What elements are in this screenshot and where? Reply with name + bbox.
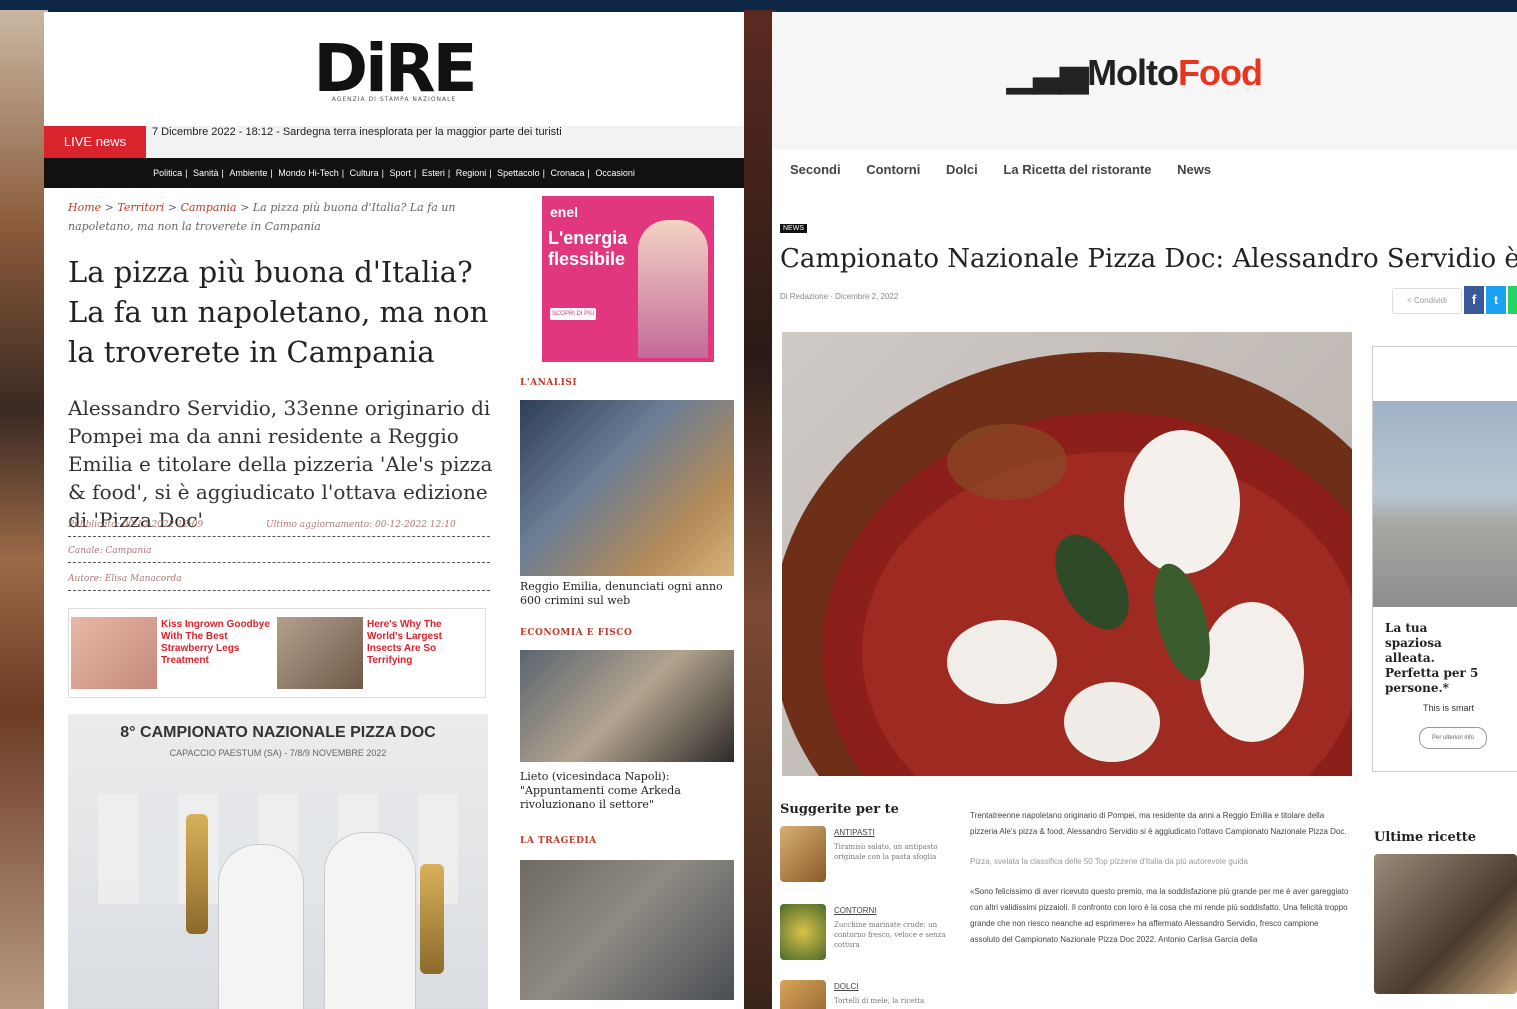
share-icon: < [1407, 296, 1412, 305]
nav-item-secondi[interactable]: Secondi [790, 162, 841, 177]
ad-image-legs[interactable] [71, 617, 157, 689]
enel-cta-button[interactable]: SCOPRI DI PIÙ [550, 308, 596, 320]
news-tag[interactable]: NEWS [780, 224, 807, 233]
photo-banner-title: 8° CAMPIONATO NAZIONALE PIZZA DOC [120, 724, 436, 741]
ad-image-insects[interactable] [277, 617, 363, 689]
breadcrumb-campania[interactable]: Campania [180, 201, 236, 214]
car-advert-text: La tua spaziosa alleata. Perfetta per 5 … [1385, 621, 1479, 695]
nav-item-ricetta-ristorante[interactable]: La Ricetta del ristorante [1003, 162, 1151, 177]
article-byline: Di Redazione · Dicembre 2, 2022 [780, 292, 899, 301]
sidebar-image-office[interactable] [520, 400, 734, 576]
nav-item-spettacolo[interactable]: Spettacolo [494, 168, 543, 178]
dire-nav-bar: Politica | Sanità | Ambiente | Mondo Hi-Tec… [44, 158, 744, 188]
enel-headline: L'energia flessibile [548, 228, 628, 269]
background-photo-left [0, 10, 48, 1009]
pizza-hero-image [782, 332, 1352, 776]
enel-advert[interactable]: enel L'energia flessibile SCOPRI DI PIÙ [542, 196, 714, 362]
related-link[interactable]: Pizza, svelata la classifica delle 50 To… [970, 854, 1350, 870]
winners-photo[interactable]: 8° CAMPIONATO NAZIONALE PIZZA DOC CAPACC… [68, 714, 488, 1009]
moltofood-page: ▁▃▅MoltoFood Secondi Contorni Dolci La R… [772, 12, 1517, 1009]
share-button[interactable]: < Condividi [1392, 288, 1462, 314]
suggested-category[interactable]: CONTORNI [834, 906, 877, 915]
suggested-text[interactable]: Tiramisù salato, un antipasto originale … [834, 842, 954, 862]
ad-text-legs[interactable]: Kiss Ingrown Goodbye With The Best Straw… [161, 619, 271, 667]
moltofood-logo[interactable]: ▁▃▅MoltoFood [772, 52, 1497, 94]
car-advert-brand: This is smart [1423, 703, 1475, 713]
trophy-icon [420, 864, 444, 974]
sidebar-image-tragedy[interactable] [520, 860, 734, 1000]
latest-recipe-image[interactable] [1374, 854, 1517, 994]
live-news-badge[interactable]: LIVE news [44, 126, 146, 158]
nav-item-sport[interactable]: Sport [386, 168, 414, 178]
moltofood-nav: Secondi Contorni Dolci La Ricetta del ri… [790, 162, 1233, 177]
ad-text-insects[interactable]: Here's Why The World's Largest Insects A… [367, 619, 477, 667]
dire-page: DiRE AGENZIA DI STAMPA NAZIONALE LIVE ne… [44, 12, 744, 1009]
breadcrumb-territori[interactable]: Territori [117, 201, 164, 214]
nav-item-cronaca[interactable]: Cronaca [547, 168, 587, 178]
nav-item-esteri[interactable]: Esteri [419, 168, 448, 178]
nav-item-dolci[interactable]: Dolci [946, 162, 978, 177]
breadcrumb: Home > Territori > Campania > La pizza p… [68, 201, 456, 233]
twitter-share-icon[interactable]: t [1486, 286, 1506, 314]
trophy-icon [186, 814, 208, 934]
nav-item-mondo-hitech[interactable]: Mondo Hi-Tech [275, 168, 342, 178]
latest-recipes-title: Ultime ricette [1374, 830, 1477, 845]
nav-item-occasioni[interactable]: Occasioni [592, 168, 638, 178]
article-title: Campionato Nazionale Pizza Doc: Alessand… [780, 244, 1517, 274]
nav-item-ambiente[interactable]: Ambiente [226, 168, 270, 178]
car-advert-image [1373, 401, 1517, 607]
enel-logo: enel [550, 204, 579, 220]
live-news-ticker[interactable]: 7 Dicembre 2022 - 18:12 - Sardegna terra… [152, 126, 562, 138]
suggested-image-contorni[interactable] [780, 904, 826, 960]
article-lead: Alessandro Servidio, 33enne originario d… [68, 396, 493, 532]
suggested-category[interactable]: ANTIPASTI [834, 828, 875, 837]
suggested-category[interactable]: DOLCI [834, 982, 858, 991]
sidebar-label-economia: ECONOMIA E FISCO [520, 628, 633, 638]
nav-item-contorni[interactable]: Contorni [866, 162, 920, 177]
updated-date: Ultimo aggiornamento: 00-12-2022 12:10 [266, 520, 456, 530]
sidebar-caption-economia[interactable]: Lieto (vicesindaca Napoli): "Appuntament… [520, 770, 734, 812]
signal-bars-icon: ▁▃▅ [1007, 52, 1088, 93]
car-advert[interactable]: La tua spaziosa alleata. Perfetta per 5 … [1372, 346, 1517, 772]
article-canale[interactable]: Canale: Campania [68, 546, 490, 563]
suggested-image-dolci[interactable] [780, 980, 826, 1009]
article-paragraph: Trentatreenne napoletano originario di P… [970, 811, 1347, 836]
sidebar-caption-analisi[interactable]: Reggio Emilia, denunciati ogni anno 600 … [520, 580, 734, 608]
article-body: Trentatreenne napoletano originario di P… [970, 808, 1350, 962]
dire-logo-subtitle: AGENZIA DI STAMPA NAZIONALE [331, 96, 457, 103]
published-date: Pubblicato: 00-12-2022 12:09 [68, 520, 204, 530]
suggested-text[interactable]: Tortelli di mele, la ricetta [834, 996, 954, 1006]
sponsored-ads-box: Kiss Ingrown Goodbye With The Best Straw… [68, 608, 486, 698]
photo-banner-subtitle: CAPACCIO PAESTUM (SA) - 7/8/9 NOVEMBRE 2… [169, 748, 387, 758]
nav-item-cultura[interactable]: Cultura [347, 168, 382, 178]
article-dates: Pubblicato: 00-12-2022 12:09 Ultimo aggi… [68, 520, 490, 537]
nav-item-politica[interactable]: Politica [150, 168, 185, 178]
article-autore: Autore: Elisa Manacorda [68, 574, 490, 591]
whatsapp-share-icon[interactable] [1508, 286, 1517, 314]
sidebar-image-speaker[interactable] [520, 650, 734, 762]
sidebar-label-analisi: L'ANALISI [520, 378, 578, 388]
pizza-illustration [782, 352, 1352, 776]
facebook-share-icon[interactable]: f [1464, 286, 1484, 314]
suggested-section-title: Suggerite per te [780, 802, 899, 817]
suggested-image-antipasti[interactable] [780, 826, 826, 882]
nav-item-sanita[interactable]: Sanità [190, 168, 222, 178]
nav-item-regioni[interactable]: Regioni [453, 168, 490, 178]
article-title: La pizza più buona d'Italia? La fa un na… [68, 255, 489, 369]
car-advert-button[interactable]: Per ulteriori info [1419, 727, 1487, 749]
nav-item-news[interactable]: News [1177, 162, 1211, 177]
enel-photo [638, 220, 708, 358]
sidebar-label-tragedia: LA TRAGEDIA [520, 836, 597, 846]
winner-person-right [324, 832, 416, 1009]
suggested-text[interactable]: Zucchine marinate crude: un contorno fre… [834, 920, 954, 950]
breadcrumb-home[interactable]: Home [68, 201, 101, 214]
article-paragraph: «Sono felicissimo di aver ricevuto quest… [970, 887, 1349, 944]
winner-person-left [218, 844, 304, 1009]
